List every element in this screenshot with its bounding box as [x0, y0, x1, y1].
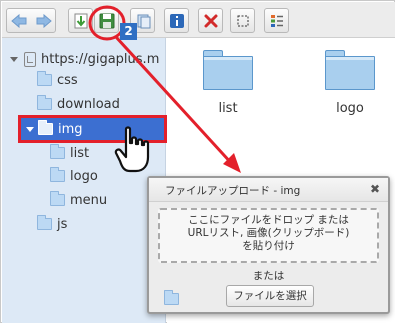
back-arrow-icon	[10, 13, 26, 28]
view-list-button[interactable]	[264, 8, 289, 33]
step-number-badge: 2	[120, 23, 137, 40]
toolbar	[2, 2, 395, 38]
tree-item-label: logo	[70, 168, 98, 184]
tree-root[interactable]: https://gigaplus.m	[2, 48, 166, 70]
dialog-titlebar[interactable]: ファイルアップロード - img ✖	[149, 178, 388, 202]
tree-item-label: img	[58, 121, 83, 137]
tree-item-label: js	[57, 216, 68, 232]
folder-icon	[50, 144, 65, 159]
folder-icon	[37, 95, 52, 110]
drop-zone-line-1: ここにファイルをドロップ または	[188, 214, 349, 226]
folder-logo[interactable]	[325, 48, 375, 90]
close-icon[interactable]: ✖	[370, 182, 380, 196]
folder-icon	[37, 215, 52, 230]
delete-button[interactable]	[198, 8, 223, 33]
folder-tree-sidebar: https://gigaplus.m css download img list…	[2, 38, 167, 323]
forward-arrow-icon	[36, 13, 52, 28]
open-folder-icon	[38, 120, 53, 135]
dialog-title: ファイルアップロード - img	[165, 185, 301, 197]
list-view-icon	[270, 14, 283, 27]
tree-item-logo[interactable]: logo	[2, 165, 166, 187]
download-button[interactable]	[68, 8, 93, 33]
or-text: または	[252, 270, 285, 282]
drop-zone-line-2: URLリスト, 画像(クリップボード)	[187, 227, 350, 239]
back-button[interactable]	[6, 8, 31, 33]
select-all-button[interactable]	[230, 8, 255, 33]
file-upload-dialog: ファイルアップロード - img ✖ ここにファイルをドロップ または URLリ…	[147, 176, 390, 314]
info-button[interactable]	[164, 8, 189, 33]
floppy-disk-icon	[99, 13, 114, 28]
tree-item-label: list	[70, 145, 90, 161]
tree-root-label: https://gigaplus.m	[41, 51, 160, 67]
expand-triangle-icon[interactable]	[26, 126, 34, 132]
tree-item-label: css	[57, 72, 78, 88]
folder-upload-icon[interactable]	[164, 290, 179, 305]
folder-icon	[50, 167, 65, 182]
choose-file-button[interactable]: ファイルを選択	[226, 285, 314, 307]
volume-icon	[24, 51, 36, 67]
folder-icon	[50, 191, 65, 206]
tree-item-js[interactable]: js	[2, 213, 166, 235]
drop-zone-line-3: を貼り付け	[242, 240, 295, 252]
save-button[interactable]	[94, 8, 119, 33]
folder-list-label: list	[218, 101, 238, 116]
tree-item-download[interactable]: download	[2, 93, 166, 115]
expand-triangle-icon[interactable]	[10, 56, 18, 62]
select-all-icon	[237, 15, 248, 26]
info-icon	[169, 13, 184, 28]
download-icon	[74, 13, 87, 28]
tree-item-css[interactable]: css	[2, 69, 166, 91]
tree-item-label: menu	[70, 192, 108, 208]
tree-item-img[interactable]: img	[18, 115, 167, 143]
folder-logo-label: logo	[336, 101, 364, 116]
delete-x-icon	[204, 14, 217, 27]
tree-item-menu[interactable]: menu	[2, 189, 166, 211]
tree-item-list[interactable]: list	[2, 142, 166, 164]
forward-button[interactable]	[31, 8, 56, 33]
drop-zone[interactable]: ここにファイルをドロップ または URLリスト, 画像(クリップボード) を貼り…	[158, 208, 379, 263]
folder-icon	[37, 71, 52, 86]
folder-list[interactable]	[203, 48, 253, 90]
tree-item-label: download	[57, 96, 120, 112]
file-manager-window: https://gigaplus.m css download img list…	[0, 0, 395, 323]
